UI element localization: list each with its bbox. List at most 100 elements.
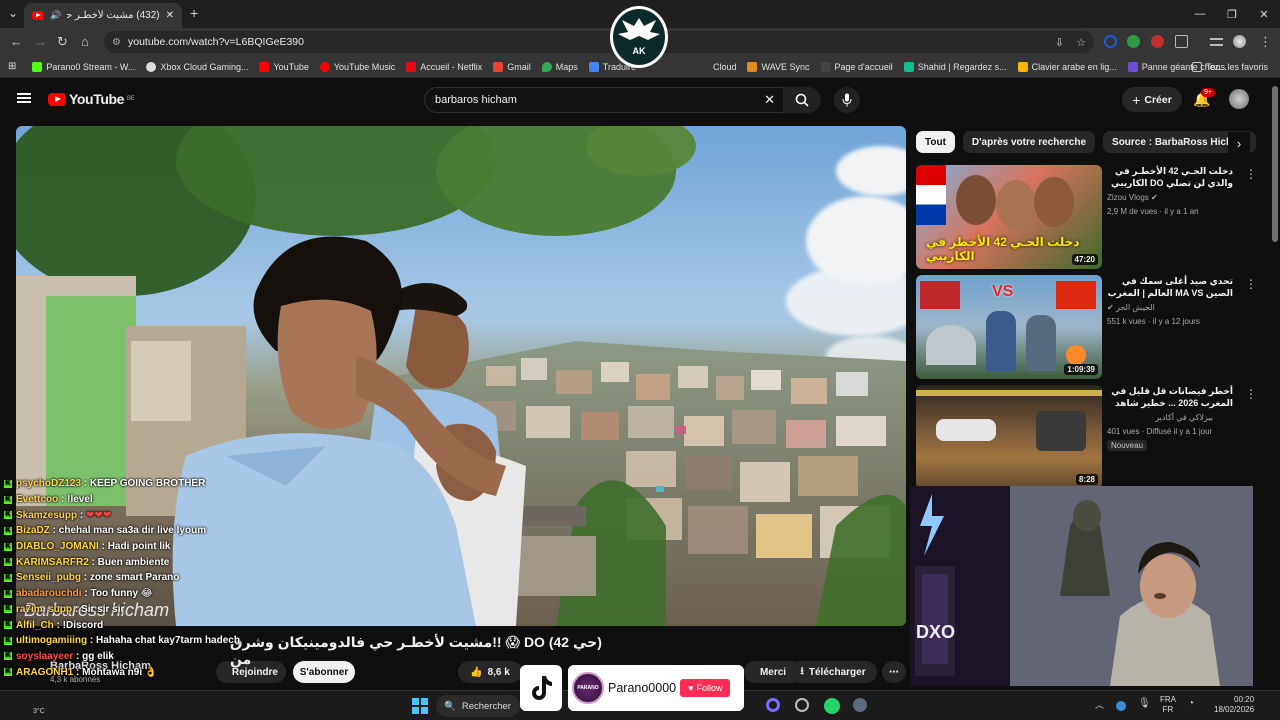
youtube-icon	[259, 61, 270, 72]
verified-icon: ✔	[1107, 303, 1114, 312]
translate-icon	[588, 61, 599, 72]
follow-button[interactable]: ♥ Follow	[680, 679, 731, 697]
extensions-puzzle-icon[interactable]	[1175, 35, 1188, 48]
reload-icon[interactable]: ↻	[57, 34, 68, 50]
recommended-video[interactable]: دخلت الحـي 42 الأخطر في الكاريبي 47:20 د…	[916, 165, 1266, 271]
more-options-icon[interactable]: ⋮	[1245, 277, 1257, 291]
chip-related-search[interactable]: D'après votre recherche	[962, 131, 1096, 153]
avatar[interactable]	[1229, 89, 1249, 109]
whatsapp-icon[interactable]	[824, 698, 840, 714]
extension-icon[interactable]	[1104, 35, 1117, 48]
chip-all[interactable]: Tout	[916, 131, 955, 153]
audio-icon[interactable]: 🔊	[50, 10, 61, 21]
recommended-meta: 551 k vues · il y a 12 jours	[1107, 317, 1200, 326]
microphone-icon[interactable]: 🎙	[1138, 698, 1151, 709]
chat-line: K Skamzesupp : ❤❤❤	[4, 509, 112, 521]
language-indicator[interactable]: FRA FR	[1160, 695, 1176, 715]
fire-graphic	[1066, 345, 1086, 365]
clock[interactable]: 00:20 18/02/2026	[1214, 695, 1254, 715]
all-bookmarks[interactable]: Tous les favoris	[1191, 61, 1268, 72]
forward-icon[interactable]: →	[34, 34, 47, 49]
profile-icon[interactable]	[1233, 35, 1246, 48]
search-input[interactable]: barbaros hicham ✕	[424, 87, 784, 113]
more-options-icon[interactable]: ⋮	[1245, 387, 1257, 401]
bookmark-item[interactable]: Gmail	[493, 61, 531, 72]
recommended-title[interactable]: أخطر فيضانات قل قليل في المغرب 2026 ... …	[1107, 385, 1233, 409]
bookmark-item[interactable]: Page d'accueil	[820, 61, 893, 72]
recommended-channel[interactable]: Zizou Vlogs	[1107, 193, 1149, 202]
install-icon[interactable]: ⇩	[1055, 36, 1064, 49]
page-scrollbar[interactable]	[1272, 86, 1278, 242]
app-icon[interactable]	[795, 698, 809, 712]
voice-search-button[interactable]	[834, 87, 860, 113]
clear-search-icon[interactable]: ✕	[764, 92, 775, 108]
apps-icon[interactable]: ⊞	[8, 61, 16, 72]
car-graphic	[936, 419, 996, 441]
app-icon[interactable]	[766, 698, 780, 712]
video-thumbnail[interactable]: 8:28	[916, 385, 1102, 489]
gmail-icon	[493, 61, 504, 72]
recommended-video[interactable]: 8:28 أخطر فيضانات قل قليل في المغرب 2026…	[916, 385, 1266, 491]
bookmark-item[interactable]: Xbox Cloud Gaming...	[146, 61, 248, 72]
webcam-scene: DXO	[910, 486, 1253, 686]
url-field[interactable]: ⚙ youtube.com/watch?v=L6BQIGeE390 ⇩ ☆	[104, 31, 1094, 53]
back-icon[interactable]: ←	[10, 34, 23, 49]
settings-icon[interactable]	[853, 698, 867, 712]
bookmark-item[interactable]: WAVE Sync	[747, 61, 810, 72]
weather-temp[interactable]: 3°C	[33, 708, 45, 715]
news-icon	[1127, 61, 1138, 72]
recommended-video[interactable]: VS 1:09:39 تحدي صيد أغلى سمك في العالم |…	[916, 275, 1266, 381]
morocco-flag-graphic	[920, 281, 960, 309]
bookmark-item[interactable]: Parano0 Stream - W...	[32, 61, 135, 72]
youtube-logo[interactable]: YouTube BE	[48, 91, 135, 107]
jeep-graphic	[1036, 411, 1086, 451]
related-filter-chips: Tout D'après votre recherche Source : Ba…	[916, 131, 1256, 153]
chat-line: Kabadarouchdi : Too funny 😂	[4, 588, 153, 600]
tab-list-icon[interactable]: ⌄	[8, 6, 18, 20]
tray-app-icon[interactable]	[1116, 701, 1126, 711]
search-button[interactable]	[783, 87, 821, 113]
bookmark-item[interactable]: Accueil - Netflix	[406, 61, 482, 72]
extension-icon[interactable]	[1151, 35, 1164, 48]
bookmark-item[interactable]: Cloud	[713, 62, 737, 72]
home-icon[interactable]: ⌂	[81, 34, 89, 49]
recommended-title[interactable]: تحدي صيد أغلى سمك في العالم | المغرب MA …	[1107, 275, 1233, 299]
video-thumbnail[interactable]: VS 1:09:39	[916, 275, 1102, 379]
stream-chat-overlay: KpsychoDZ123 : KEEP GOING BROTHER K Evett…	[0, 476, 360, 680]
site-info-icon[interactable]: ⚙	[112, 37, 121, 48]
more-actions-button[interactable]: ⋯	[882, 661, 906, 683]
video-thumbnail[interactable]: دخلت الحـي 42 الأخطر في الكاريبي 47:20	[916, 165, 1102, 269]
minimize-icon[interactable]: —	[1184, 0, 1216, 28]
recommended-channel[interactable]: بيزلاكي في أكادير	[1107, 412, 1233, 423]
windows-start-icon[interactable]	[412, 698, 428, 714]
download-button[interactable]: ⭳ Télécharger	[789, 661, 877, 683]
taskbar-search[interactable]: 🔍 Rechercher	[436, 695, 520, 717]
recommended-title[interactable]: دخلت الحـي 42 الأخطـر في الكاريبي DO وال…	[1107, 165, 1233, 189]
video-duration: 47:20	[1071, 254, 1098, 265]
hamburger-menu-icon[interactable]	[17, 93, 31, 95]
bookmark-item[interactable]: Maps	[541, 61, 578, 72]
kick-icon: K	[4, 511, 12, 520]
close-window-icon[interactable]: ✕	[1248, 0, 1280, 28]
bookmark-item[interactable]: Shahid | Regardez s...	[903, 61, 1007, 72]
bookmark-item[interactable]: YouTube Music	[319, 61, 395, 72]
recommended-channel[interactable]: الجيش الحر	[1116, 303, 1155, 312]
create-button[interactable]: + Créer	[1122, 87, 1182, 112]
bookmark-item[interactable]: YouTube	[259, 61, 309, 72]
new-tab-icon[interactable]: +	[190, 5, 198, 21]
more-options-icon[interactable]: ⋮	[1245, 167, 1257, 181]
extension-icon[interactable]	[1127, 35, 1140, 48]
tray-chevron-icon[interactable]: ︿	[1095, 698, 1104, 711]
recommended-meta: 2,9 M de vues · il y a 1 an	[1107, 207, 1199, 216]
restore-icon[interactable]: ❐	[1216, 0, 1248, 28]
close-tab-icon[interactable]: ✕	[166, 10, 174, 21]
bookmark-star-icon[interactable]: ☆	[1076, 36, 1086, 49]
wifi-icon[interactable]: ◔	[1188, 698, 1194, 709]
menu-icon[interactable]: ⋮	[1259, 34, 1272, 50]
bookmark-item[interactable]: Clavier arabe en lig...	[1017, 61, 1117, 72]
tab-active[interactable]: 🔊 (432) مشيت لأخطـر حي فالد ✕	[24, 3, 182, 28]
person-graphic	[986, 311, 1016, 371]
netflix-icon	[406, 61, 417, 72]
chips-next-icon[interactable]: ›	[1228, 132, 1250, 154]
reading-list-icon[interactable]	[1210, 38, 1223, 46]
